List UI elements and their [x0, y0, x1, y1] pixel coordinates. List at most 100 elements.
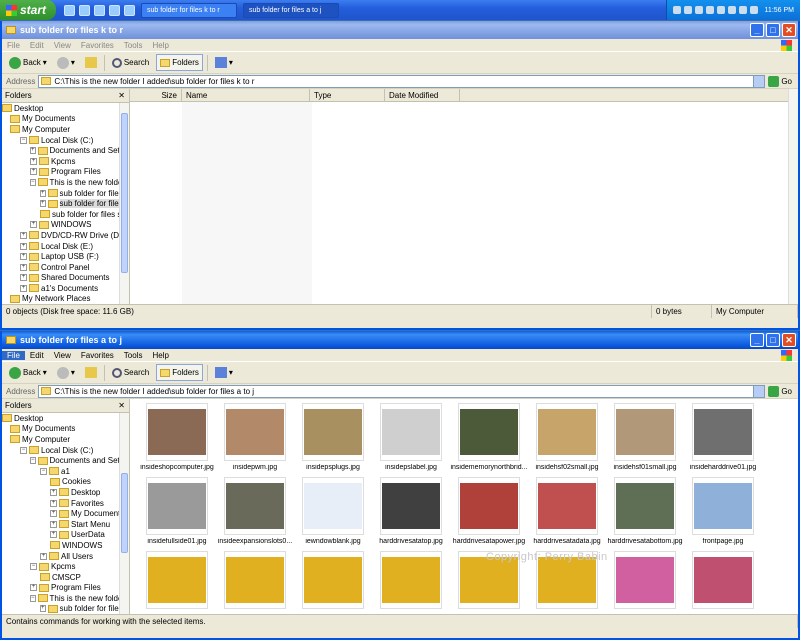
tree-item[interactable]: Desktop	[2, 103, 129, 114]
menu-file[interactable]: File	[2, 41, 25, 50]
folders-button[interactable]: Folders	[156, 364, 203, 381]
menu-edit[interactable]: Edit	[25, 41, 49, 50]
tree-item[interactable]: + Start Menu	[2, 519, 129, 530]
tray-icon[interactable]	[749, 6, 758, 14]
tree-item[interactable]: My Computer	[2, 434, 129, 445]
expand-toggle-icon[interactable]: −	[40, 467, 47, 475]
column-date-modified[interactable]: Date Modified	[385, 89, 460, 101]
file-thumbnail[interactable]: harddrivesatabottom.jpg	[606, 477, 684, 545]
tree-item[interactable]: − This is the new folder I added	[2, 177, 129, 188]
tree-item[interactable]: + Favorites	[2, 498, 129, 509]
expand-toggle-icon[interactable]: +	[30, 584, 37, 592]
tree-item[interactable]: + Program Files	[2, 583, 129, 594]
app-icon[interactable]	[124, 4, 135, 16]
expand-toggle-icon[interactable]: +	[50, 510, 57, 518]
menu-help[interactable]: Help	[147, 41, 173, 50]
tray-icon[interactable]	[727, 6, 736, 14]
tray-icon[interactable]	[716, 6, 725, 14]
menu-file[interactable]: File	[2, 350, 25, 360]
tree-item[interactable]: + My Documents	[2, 508, 129, 519]
tray-icon[interactable]	[672, 6, 681, 14]
tree-scrollbar[interactable]	[119, 413, 129, 614]
tree-item[interactable]: Cookies	[2, 477, 129, 488]
folders-button[interactable]: Folders	[156, 54, 203, 71]
forward-button[interactable]: ▾	[54, 54, 78, 71]
file-thumbnail[interactable]: iewndowblank.jpg	[294, 477, 372, 545]
file-thumbnail[interactable]: insideshopcomputer.jpg	[138, 403, 216, 471]
expand-toggle-icon[interactable]: −	[20, 136, 27, 144]
dropdown-arrow-icon[interactable]	[753, 385, 765, 397]
tray-icon[interactable]	[683, 6, 692, 14]
file-thumbnail[interactable]: insidepslabel.jpg	[372, 403, 450, 471]
expand-toggle-icon[interactable]: +	[30, 221, 37, 229]
app-icon[interactable]	[109, 4, 120, 16]
expand-toggle-icon[interactable]: +	[20, 263, 27, 271]
menu-help[interactable]: Help	[147, 351, 173, 360]
tree-item[interactable]: Desktop	[2, 413, 129, 424]
close-pane-icon[interactable]: ✕	[118, 91, 125, 100]
tree-item[interactable]: + a1's Documents	[2, 283, 129, 294]
title-bar[interactable]: sub folder for files k to r _ □ ✕	[2, 21, 798, 39]
tree-item[interactable]: + All Users	[2, 551, 129, 562]
tree-item[interactable]: + Laptop USB (F:)	[2, 251, 129, 262]
menu-favorites[interactable]: Favorites	[76, 41, 119, 50]
file-thumbnail[interactable]	[372, 551, 450, 612]
file-thumbnail[interactable]: insidememorynorthbrid...	[450, 403, 528, 471]
tree-item[interactable]: My Documents	[2, 424, 129, 435]
views-button[interactable]: ▾	[212, 364, 236, 381]
up-button[interactable]	[82, 54, 100, 71]
file-thumbnail[interactable]	[606, 551, 684, 612]
tree-item[interactable]: +sub folder for files k to r	[2, 198, 129, 209]
file-thumbnail[interactable]: insidefullside01.jpg	[138, 477, 216, 545]
desktop-icon[interactable]	[79, 4, 90, 16]
maximize-button[interactable]: □	[766, 23, 780, 37]
title-bar[interactable]: sub folder for files a to j _ □ ✕	[2, 331, 798, 349]
file-thumbnail[interactable]: insideexpansionslots0...	[216, 477, 294, 545]
maximize-button[interactable]: □	[766, 333, 780, 347]
tree-item[interactable]: My Computer	[2, 124, 129, 135]
expand-toggle-icon[interactable]: +	[20, 274, 27, 282]
tree-item[interactable]: +sub folder for files a to j	[2, 188, 129, 199]
tree-item[interactable]: WINDOWS	[2, 540, 129, 551]
file-thumbnail[interactable]: insidepsplugs.jpg	[294, 403, 372, 471]
tree-item[interactable]: + WINDOWS	[2, 220, 129, 231]
go-button[interactable]: Go	[768, 75, 798, 87]
file-thumbnail[interactable]: insidehsf02small.jpg	[528, 403, 606, 471]
tray-icon[interactable]	[705, 6, 714, 14]
task-button-a-to-j[interactable]: sub folder for files a to j	[243, 2, 339, 18]
file-thumbnail[interactable]	[216, 551, 294, 612]
tree-item[interactable]: + Local Disk (E:)	[2, 241, 129, 252]
ie-icon[interactable]	[64, 4, 75, 16]
tree-item[interactable]: + UserData	[2, 530, 129, 541]
address-input[interactable]: C:\This is the new folder I added\sub fo…	[38, 74, 766, 88]
expand-toggle-icon[interactable]: −	[30, 594, 36, 602]
tree-item[interactable]: + Kpcms	[2, 156, 129, 167]
expand-toggle-icon[interactable]: +	[40, 605, 46, 613]
address-input[interactable]: C:\This is the new folder I added\sub fo…	[38, 384, 766, 398]
menu-tools[interactable]: Tools	[119, 41, 148, 50]
tree-item[interactable]: CMSCP	[2, 572, 129, 583]
expand-toggle-icon[interactable]: +	[50, 520, 57, 528]
tree-scrollbar[interactable]	[119, 103, 129, 304]
expand-toggle-icon[interactable]: −	[30, 457, 36, 465]
tree-item[interactable]: + Control Panel	[2, 262, 129, 273]
close-button[interactable]: ✕	[782, 333, 796, 347]
task-button-k-to-r[interactable]: sub folder for files k to r	[141, 2, 237, 18]
go-button[interactable]: Go	[768, 385, 798, 397]
dropdown-arrow-icon[interactable]	[753, 75, 765, 87]
file-thumbnail[interactable]: insidehsf01small.jpg	[606, 403, 684, 471]
file-thumbnail[interactable]	[684, 551, 762, 612]
tree-item[interactable]: + Program Files	[2, 167, 129, 178]
search-button[interactable]: Search	[109, 54, 152, 71]
tree-item[interactable]: My Network Places	[2, 294, 129, 304]
tree-item[interactable]: + Shared Documents	[2, 273, 129, 284]
back-button[interactable]: Back ▾	[6, 364, 50, 381]
tree-item[interactable]: + Desktop	[2, 487, 129, 498]
menu-favorites[interactable]: Favorites	[76, 351, 119, 360]
tree-item[interactable]: − This is the new folder I added	[2, 593, 129, 604]
file-thumbnail[interactable]: insideharddrive01.jpg	[684, 403, 762, 471]
menu-view[interactable]: View	[49, 351, 76, 360]
expand-toggle-icon[interactable]: −	[30, 563, 37, 571]
expand-toggle-icon[interactable]: +	[40, 552, 47, 560]
expand-toggle-icon[interactable]: +	[50, 531, 57, 539]
